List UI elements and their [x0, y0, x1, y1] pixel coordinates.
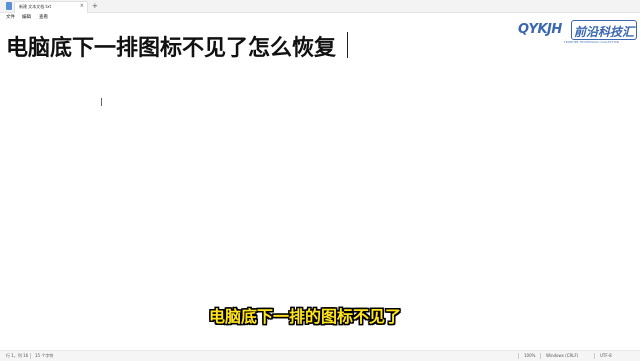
text-editor[interactable] — [0, 24, 640, 346]
notepad-icon — [6, 2, 12, 10]
char-count: 15 个字符 — [35, 353, 54, 358]
channel-logo: QYKJH 前沿科技汇 FRONTIER TECHNOLOGY COLLECTI… — [518, 18, 638, 48]
logo-name: 前沿科技汇 — [574, 25, 635, 39]
status-divider — [594, 353, 595, 359]
mouse-ibeam-cursor — [101, 98, 102, 106]
status-bar: 行 1，列 16 15 个字符 100% Windows (CRLF) UTF-… — [0, 350, 640, 361]
logo-badge: 前沿科技汇 — [571, 20, 637, 40]
video-subtitle: 电脑底下一排的图标不见了 — [209, 307, 402, 326]
status-divider — [518, 353, 519, 359]
logo-tagline: FRONTIER TECHNOLOGY COLLECTION — [564, 41, 620, 44]
document-tab[interactable]: 新建 文本文档.txt × — [14, 1, 88, 13]
menu-edit[interactable]: 编辑 — [22, 14, 31, 20]
encoding: UTF-8 — [600, 353, 612, 358]
zoom-level: 100% — [524, 353, 536, 358]
tab-title: 新建 文本文档.txt — [19, 4, 52, 9]
close-tab-icon[interactable]: × — [80, 3, 84, 9]
logo-mark: QYKJH — [518, 22, 562, 37]
status-divider — [30, 353, 31, 359]
title-bar: 新建 文本文档.txt × + — [0, 0, 640, 13]
status-divider — [540, 353, 541, 359]
cursor-position: 行 1，列 16 — [6, 353, 29, 358]
menu-file[interactable]: 文件 — [6, 14, 15, 20]
menu-view[interactable]: 查看 — [39, 14, 48, 20]
line-ending: Windows (CRLF) — [546, 353, 579, 358]
document-text: 电脑底下一排图标不见了怎么恢复 — [6, 36, 337, 61]
new-tab-button[interactable]: + — [92, 1, 98, 11]
text-caret — [347, 32, 348, 58]
